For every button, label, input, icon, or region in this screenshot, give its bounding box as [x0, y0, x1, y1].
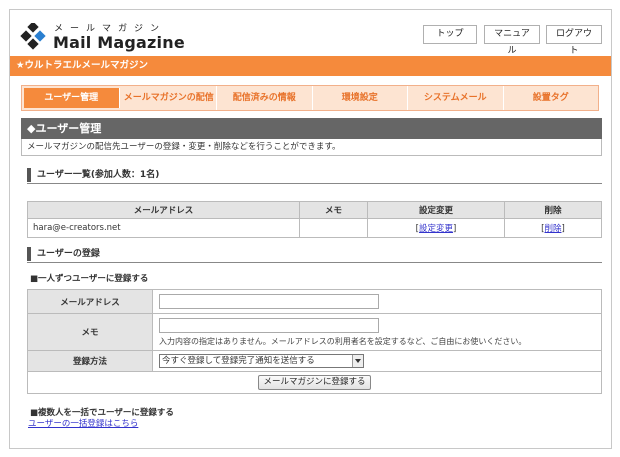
table-row: hara@e-creators.net [設定変更] [削除] [27, 218, 602, 238]
register-form: メールアドレス メモ 入力内容の指定はありません。メールアドレスの利用者名を設定… [27, 289, 602, 394]
cell-memo [299, 218, 368, 238]
col-edit: 設定変更 [367, 201, 505, 219]
cell-email: hara@e-creators.net [27, 218, 300, 238]
submit-cell: メールマガジンに登録する [27, 371, 602, 394]
logo-diamond-icon [20, 23, 46, 50]
manual-button[interactable]: マニュアル [484, 25, 540, 56]
tab-settings[interactable]: 環境設定 [313, 86, 408, 110]
col-memo: メモ [299, 201, 368, 219]
cell-edit: [設定変更] [367, 218, 505, 238]
section-title: ◆ユーザー管理 [21, 118, 602, 139]
tab-delivered-info[interactable]: 配信済みの情報 [217, 86, 313, 110]
divider [27, 262, 602, 263]
memo-hint: 入力内容の指定はありません。メールアドレスの利用者名を設定するなど、ご自由にお使… [159, 336, 527, 346]
tab-user-management[interactable]: ユーザー管理 [24, 88, 120, 108]
delete-link[interactable]: 削除 [544, 224, 561, 234]
table-header-row: メールアドレス メモ 設定変更 削除 [27, 201, 602, 219]
site-banner: ★ウルトラエルメールマガジン [10, 56, 611, 76]
email-label: メールアドレス [27, 289, 153, 314]
tab-system-mail[interactable]: システムメール [408, 86, 504, 110]
form-row-email: メールアドレス [27, 289, 602, 314]
memo-label: メモ [27, 313, 153, 351]
single-register-heading: ■一人ずつユーザーに登録する [30, 274, 149, 284]
email-cell [152, 289, 602, 314]
register-submit-button[interactable]: メールマガジンに登録する [258, 375, 371, 390]
method-label: 登録方法 [27, 350, 153, 372]
email-field[interactable] [159, 294, 379, 309]
edit-link[interactable]: 設定変更 [419, 224, 453, 234]
logo-text: Mail Magazine [53, 33, 185, 52]
dropdown-arrow-icon [352, 355, 363, 367]
section-description: メールマガジンの配信先ユーザーの登録・変更・削除などを行うことができます。 [21, 139, 602, 156]
page-frame: メールマガジン Mail Magazine トップ マニュアル ログアウト ★ウ… [9, 9, 612, 449]
memo-cell: 入力内容の指定はありません。メールアドレスの利用者名を設定するなど、ご自由にお使… [152, 313, 602, 351]
logout-button[interactable]: ログアウト [546, 25, 602, 56]
user-list-heading: ユーザー一覧(参加人数：1名) [27, 168, 159, 182]
memo-field[interactable] [159, 317, 379, 333]
method-cell: 今すぐ登録して登録完了通知を送信する [152, 350, 602, 372]
main-tabs: ユーザー管理 メールマガジンの配信 配信済みの情報 環境設定 システムメール 設… [21, 85, 599, 111]
form-row-memo: メモ 入力内容の指定はありません。メールアドレスの利用者名を設定するなど、ご自由… [27, 313, 602, 351]
col-email: メールアドレス [27, 201, 300, 219]
register-heading: ユーザーの登録 [27, 247, 100, 261]
bulk-register-link[interactable]: ユーザーの一括登録はこちら [28, 417, 138, 429]
form-row-method: 登録方法 今すぐ登録して登録完了通知を送信する [27, 350, 602, 372]
user-table: メールアドレス メモ 設定変更 削除 hara@e-creators.net [… [27, 201, 602, 238]
col-delete: 削除 [504, 201, 602, 219]
logo: メールマガジン Mail Magazine [20, 21, 185, 61]
tab-magazine-delivery[interactable]: メールマガジンの配信 [122, 86, 217, 110]
form-row-submit: メールマガジンに登録する [27, 371, 602, 394]
method-select[interactable]: 今すぐ登録して登録完了通知を送信する [159, 354, 364, 368]
method-selected: 今すぐ登録して登録完了通知を送信する [162, 356, 315, 366]
divider [27, 183, 602, 184]
tab-install-tags[interactable]: 設置タグ [504, 86, 599, 110]
top-button[interactable]: トップ [423, 25, 477, 44]
cell-delete: [削除] [504, 218, 602, 238]
